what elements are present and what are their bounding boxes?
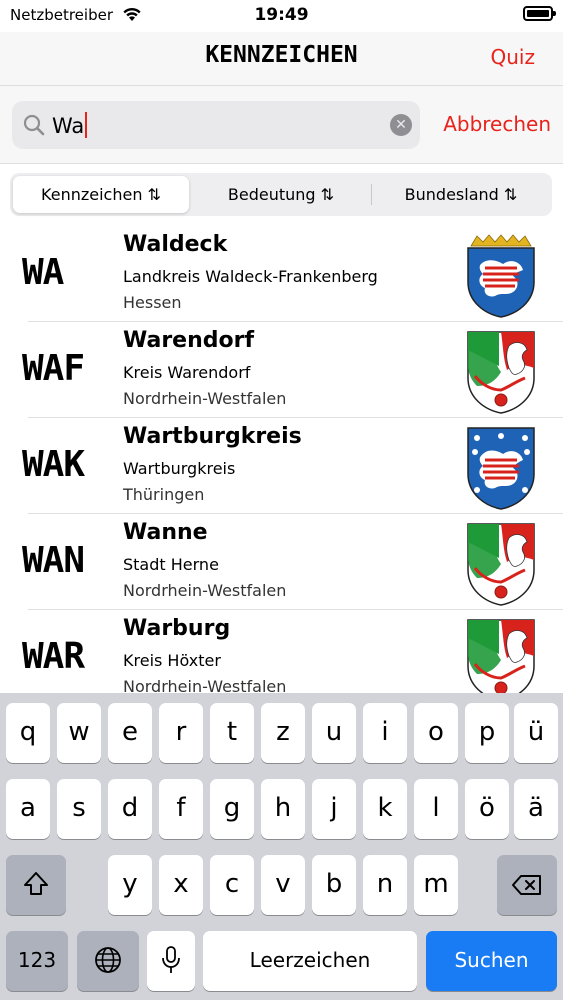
- battery-icon: [523, 6, 556, 21]
- list-item[interactable]: WAN Wanne Stadt Herne Nordrhein-Westfale…: [0, 514, 563, 610]
- state-name: Hessen: [123, 293, 182, 312]
- globe-icon: [95, 947, 121, 973]
- plate-code: WA: [22, 252, 64, 293]
- key-u[interactable]: u: [312, 703, 356, 763]
- key-i[interactable]: i: [363, 703, 407, 763]
- key-h[interactable]: h: [261, 779, 305, 839]
- district-detail: Wartburgkreis: [123, 459, 236, 478]
- district-detail: Stadt Herne: [123, 555, 219, 574]
- district-detail: Landkreis Waldeck-Frankenberg: [123, 267, 378, 286]
- clock: 19:49: [254, 5, 309, 25]
- key-q[interactable]: q: [6, 703, 50, 763]
- key-m[interactable]: m: [414, 855, 458, 915]
- state-name: Nordrhein-Westfalen: [123, 389, 287, 408]
- numbers-key[interactable]: 123: [6, 931, 68, 991]
- sort-segmented-control: Kennzeichen ⇅ Bedeutung ⇅ Bundesland ⇅: [10, 173, 552, 216]
- key-ue[interactable]: ü: [514, 703, 558, 763]
- backspace-icon: [512, 875, 541, 895]
- nrw-crest-icon: [465, 618, 537, 696]
- key-r[interactable]: r: [159, 703, 203, 763]
- key-t[interactable]: t: [210, 703, 254, 763]
- key-f[interactable]: f: [159, 779, 203, 839]
- globe-key[interactable]: [77, 931, 139, 991]
- plate-code: WAN: [22, 540, 85, 581]
- key-c[interactable]: c: [210, 855, 254, 915]
- results-list: WA Waldeck Landkreis Waldeck-Frankenberg…: [0, 226, 563, 696]
- key-ae[interactable]: ä: [514, 779, 558, 839]
- key-oe[interactable]: ö: [465, 779, 509, 839]
- cancel-button[interactable]: Abbrechen: [443, 112, 551, 136]
- list-item[interactable]: WAK Wartburgkreis Wartburgkreis Thüringe…: [0, 418, 563, 514]
- key-z[interactable]: z: [261, 703, 305, 763]
- key-a[interactable]: a: [6, 779, 50, 839]
- search-bar: Wa ✕ Abbrechen: [0, 86, 563, 164]
- district-name: Wanne: [123, 520, 208, 545]
- list-item[interactable]: WA Waldeck Landkreis Waldeck-Frankenberg…: [0, 226, 563, 322]
- key-o[interactable]: o: [414, 703, 458, 763]
- plate-code: WAK: [22, 444, 85, 485]
- plate-code: WAR: [22, 636, 85, 677]
- quiz-button[interactable]: Quiz: [491, 45, 535, 69]
- backspace-key[interactable]: [497, 855, 557, 915]
- key-v[interactable]: v: [261, 855, 305, 915]
- key-p[interactable]: p: [465, 703, 509, 763]
- key-b[interactable]: b: [312, 855, 356, 915]
- shift-icon: [24, 872, 48, 895]
- microphone-icon: [162, 946, 180, 973]
- key-y[interactable]: y: [108, 855, 152, 915]
- search-value: Wa: [52, 114, 85, 138]
- key-g[interactable]: g: [210, 779, 254, 839]
- key-e[interactable]: e: [108, 703, 152, 763]
- key-w[interactable]: w: [57, 703, 101, 763]
- hessen-crest-icon: [465, 234, 537, 318]
- district-detail: Kreis Höxter: [123, 651, 221, 670]
- district-name: Waldeck: [123, 232, 228, 257]
- segment-bedeutung[interactable]: Bedeutung ⇅: [193, 176, 369, 213]
- key-l[interactable]: l: [414, 779, 458, 839]
- state-name: Nordrhein-Westfalen: [123, 581, 287, 600]
- space-key[interactable]: Leerzeichen: [203, 931, 417, 991]
- key-x[interactable]: x: [159, 855, 203, 915]
- district-name: Warburg: [123, 616, 231, 641]
- status-bar: Netzbetreiber 19:49: [0, 0, 563, 32]
- list-item[interactable]: WAF Warendorf Kreis Warendorf Nordrhein-…: [0, 322, 563, 418]
- key-d[interactable]: d: [108, 779, 152, 839]
- search-input[interactable]: Wa ✕: [12, 101, 420, 149]
- nrw-crest-icon: [465, 522, 537, 606]
- district-name: Warendorf: [123, 328, 255, 353]
- plate-code: WAF: [22, 348, 85, 389]
- keyboard: q w e r t z u i o p ü a s d f g h j k l …: [0, 693, 563, 1000]
- nrw-crest-icon: [465, 330, 537, 414]
- microphone-key[interactable]: [147, 931, 195, 991]
- navigation-bar: KENNZEICHEN Quiz: [0, 32, 563, 86]
- segment-divider: [371, 184, 372, 205]
- key-n[interactable]: n: [363, 855, 407, 915]
- search-submit-button[interactable]: Suchen: [426, 931, 557, 991]
- key-s[interactable]: s: [57, 779, 101, 839]
- district-detail: Kreis Warendorf: [123, 363, 251, 382]
- key-j[interactable]: j: [312, 779, 356, 839]
- segment-kennzeichen[interactable]: Kennzeichen ⇅: [13, 176, 189, 213]
- text-cursor: [85, 112, 88, 138]
- shift-key[interactable]: [6, 855, 66, 915]
- district-name: Wartburgkreis: [123, 424, 302, 449]
- clear-icon[interactable]: ✕: [390, 114, 412, 136]
- page-title: KENNZEICHEN: [205, 42, 358, 68]
- state-name: Thüringen: [123, 485, 205, 504]
- thueringen-crest-icon: [465, 426, 537, 510]
- search-icon: [23, 114, 45, 136]
- key-k[interactable]: k: [363, 779, 407, 839]
- list-item[interactable]: WAR Warburg Kreis Höxter Nordrhein-Westf…: [0, 610, 563, 696]
- segment-bundesland[interactable]: Bundesland ⇅: [373, 176, 549, 213]
